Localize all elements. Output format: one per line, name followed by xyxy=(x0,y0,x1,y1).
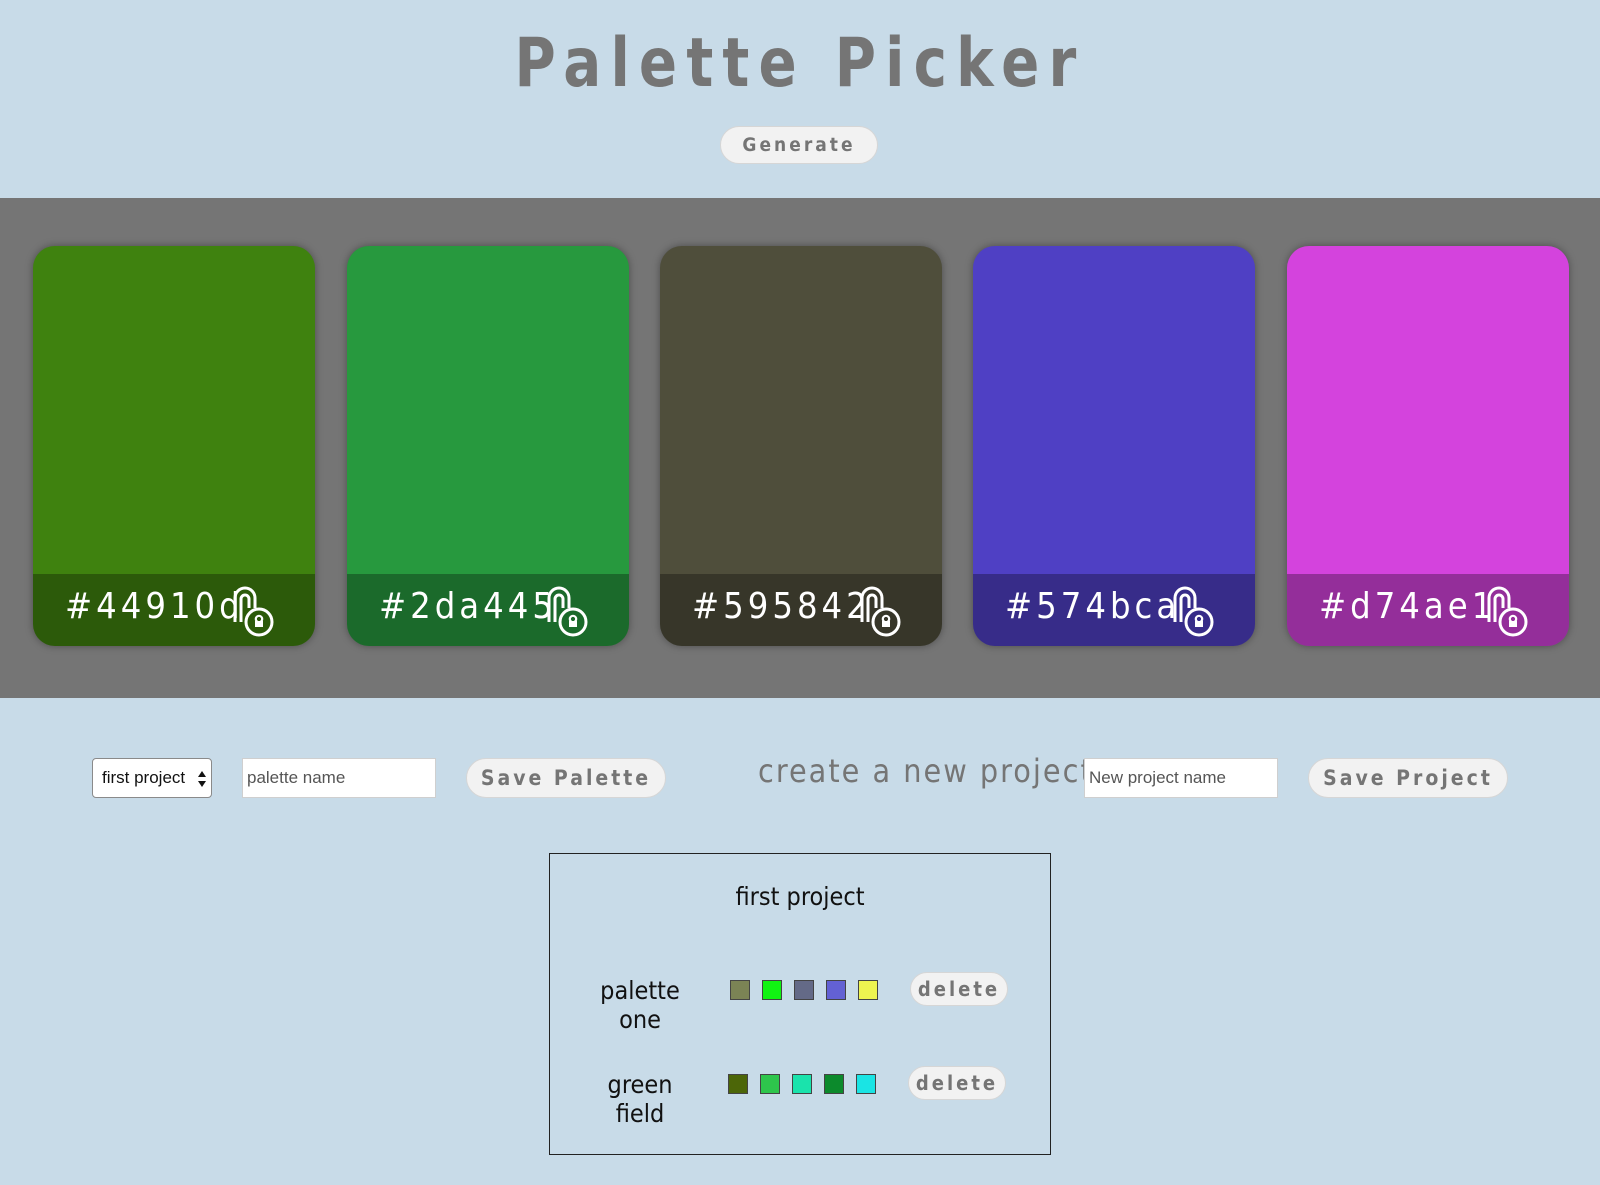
save-project-button[interactable]: Save Project xyxy=(1308,758,1508,798)
color-card: #595842 xyxy=(660,246,942,646)
select-arrows-icon xyxy=(198,771,206,787)
unlocked-padlock-icon[interactable] xyxy=(1483,582,1531,638)
hex-code: #595842 xyxy=(692,586,871,627)
color-card-footer: #d74ae1 xyxy=(1287,574,1569,646)
color-swatch xyxy=(794,980,814,1000)
project-select-value: first project xyxy=(102,768,186,787)
hex-code: #574bca xyxy=(1005,586,1181,627)
color-card-footer: #2da445 xyxy=(347,574,629,646)
project-select[interactable]: first project xyxy=(92,758,212,798)
color-card: #44910d xyxy=(33,246,315,646)
color-swatch xyxy=(856,1074,876,1094)
save-palette-button[interactable]: Save Palette xyxy=(466,758,666,798)
color-card: #2da445 xyxy=(347,246,629,646)
project-title: first project xyxy=(735,882,865,911)
unlocked-padlock-icon[interactable] xyxy=(856,582,904,638)
color-swatch xyxy=(730,980,750,1000)
color-swatch xyxy=(824,1074,844,1094)
delete-palette-button[interactable]: delete xyxy=(908,1066,1006,1100)
color-card: #d74ae1 xyxy=(1287,246,1569,646)
delete-palette-button[interactable]: delete xyxy=(910,972,1008,1006)
saved-palette-name: palette one xyxy=(600,976,680,1034)
color-swatch xyxy=(728,1074,748,1094)
color-card-footer: #574bca xyxy=(973,574,1255,646)
saved-palette-row: green field delete xyxy=(550,1066,1050,1128)
project-name-placeholder: New project name xyxy=(1089,768,1227,787)
palette-name-input[interactable]: palette name xyxy=(242,758,436,798)
project-card: first project palette one delete green f… xyxy=(549,853,1051,1155)
hex-code: #44910d xyxy=(65,586,244,627)
hex-code: #d74ae1 xyxy=(1319,586,1497,627)
color-swatch xyxy=(760,1074,780,1094)
color-swatch xyxy=(826,980,846,1000)
saved-palette-row: palette one delete xyxy=(550,972,1050,1034)
generate-button[interactable]: Generate xyxy=(720,126,878,164)
color-card: #574bca xyxy=(973,246,1255,646)
palette-display: #44910d #2da445 #595842 #574bca #d74ae1 xyxy=(0,198,1600,698)
page-title: Palette Picker xyxy=(514,24,1086,103)
header: Palette Picker Generate xyxy=(0,0,1600,198)
saved-palette-name: green field xyxy=(607,1070,673,1128)
color-swatch xyxy=(792,1074,812,1094)
unlocked-padlock-icon[interactable] xyxy=(543,582,591,638)
color-swatch xyxy=(858,980,878,1000)
project-name-input[interactable]: New project name xyxy=(1084,758,1278,798)
color-card-footer: #595842 xyxy=(660,574,942,646)
palette-name-placeholder: palette name xyxy=(247,768,346,787)
color-card-footer: #44910d xyxy=(33,574,315,646)
unlocked-padlock-icon[interactable] xyxy=(1169,582,1217,638)
create-project-label: create a new project: xyxy=(758,752,1106,790)
color-swatch xyxy=(762,980,782,1000)
unlocked-padlock-icon[interactable] xyxy=(229,582,277,638)
hex-code: #2da445 xyxy=(379,586,557,627)
